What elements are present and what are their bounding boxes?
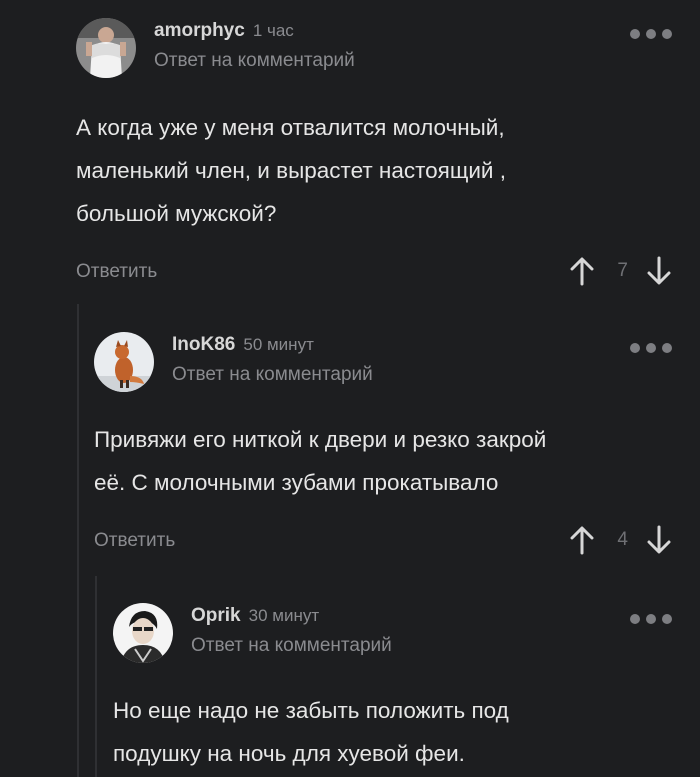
comment-oprik: Oprik 30 минут Ответ на комментарий Но ещ…: [113, 603, 672, 775]
author-name[interactable]: Oprik: [191, 605, 241, 626]
author-name[interactable]: InoK86: [172, 334, 235, 355]
reply-button[interactable]: Ответить: [76, 261, 157, 283]
comment-inok86: InoK86 50 минут Ответ на комментарий Прив…: [94, 332, 672, 562]
arrow-down-icon[interactable]: [646, 524, 672, 556]
more-dots-icon[interactable]: [630, 28, 672, 40]
reply-to-link[interactable]: Ответ на комментарий: [172, 364, 373, 386]
more-dots-icon[interactable]: [630, 342, 672, 354]
comment-footer: Ответить 7: [76, 253, 672, 293]
comment-text-line: большой мужской?: [76, 201, 277, 226]
timestamp: 50 минут: [243, 335, 314, 354]
comment-text: Но еще надо не забыть положить под подуш…: [113, 689, 672, 775]
author-name[interactable]: amorphyc: [154, 20, 245, 41]
more-dots-icon[interactable]: [630, 613, 672, 625]
comment-meta: Oprik 30 минут Ответ на комментарий: [191, 605, 392, 657]
reply-to-link[interactable]: Ответ на комментарий: [154, 50, 355, 72]
reply-button[interactable]: Ответить: [94, 530, 175, 552]
comment-meta: InoK86 50 минут Ответ на комментарий: [172, 334, 373, 386]
comment-amorphyc: amorphyc 1 час Ответ на комментарий А ког…: [76, 18, 672, 293]
reply-to-link[interactable]: Ответ на комментарий: [191, 635, 392, 657]
comment-header: InoK86 50 минут Ответ на комментарий: [94, 332, 672, 394]
comment-text: Привяжи его ниткой к двери и резко закро…: [94, 418, 672, 504]
comment-header: amorphyc 1 час Ответ на комментарий: [76, 18, 672, 80]
comment-text-line: маленький член, и вырастет настоящий ,: [76, 158, 506, 183]
avatar[interactable]: [76, 18, 136, 78]
vote-controls: 4: [569, 522, 672, 558]
arrow-down-icon[interactable]: [646, 255, 672, 287]
comment-header: Oprik 30 минут Ответ на комментарий: [113, 603, 672, 665]
comment-text-line: А когда уже у меня отвалится молочный,: [76, 115, 505, 140]
vote-score: 7: [617, 260, 628, 281]
avatar[interactable]: [113, 603, 173, 663]
vote-controls: 7: [569, 253, 672, 289]
timestamp: 1 час: [252, 21, 294, 40]
vote-score: 4: [617, 529, 628, 550]
comment-text-line: подушку на ночь для хуевой феи.: [113, 741, 465, 766]
comment-text-line: Привяжи его ниткой к двери и резко закро…: [94, 427, 547, 452]
comment-footer: Ответить 4: [94, 522, 672, 562]
thread-line-level-2: [95, 576, 97, 777]
comment-text-line: Но еще надо не забыть положить под: [113, 698, 509, 723]
timestamp: 30 минут: [248, 606, 320, 625]
thread-line-level-1: [77, 304, 79, 777]
avatar[interactable]: [94, 332, 154, 392]
arrow-up-icon[interactable]: [569, 524, 595, 556]
comment-text: А когда уже у меня отвалится молочный, м…: [76, 106, 672, 235]
comment-meta: amorphyc 1 час Ответ на комментарий: [154, 20, 355, 72]
arrow-up-icon[interactable]: [569, 255, 595, 287]
comment-text-line: её. С молочными зубами прокатывало: [94, 470, 499, 495]
